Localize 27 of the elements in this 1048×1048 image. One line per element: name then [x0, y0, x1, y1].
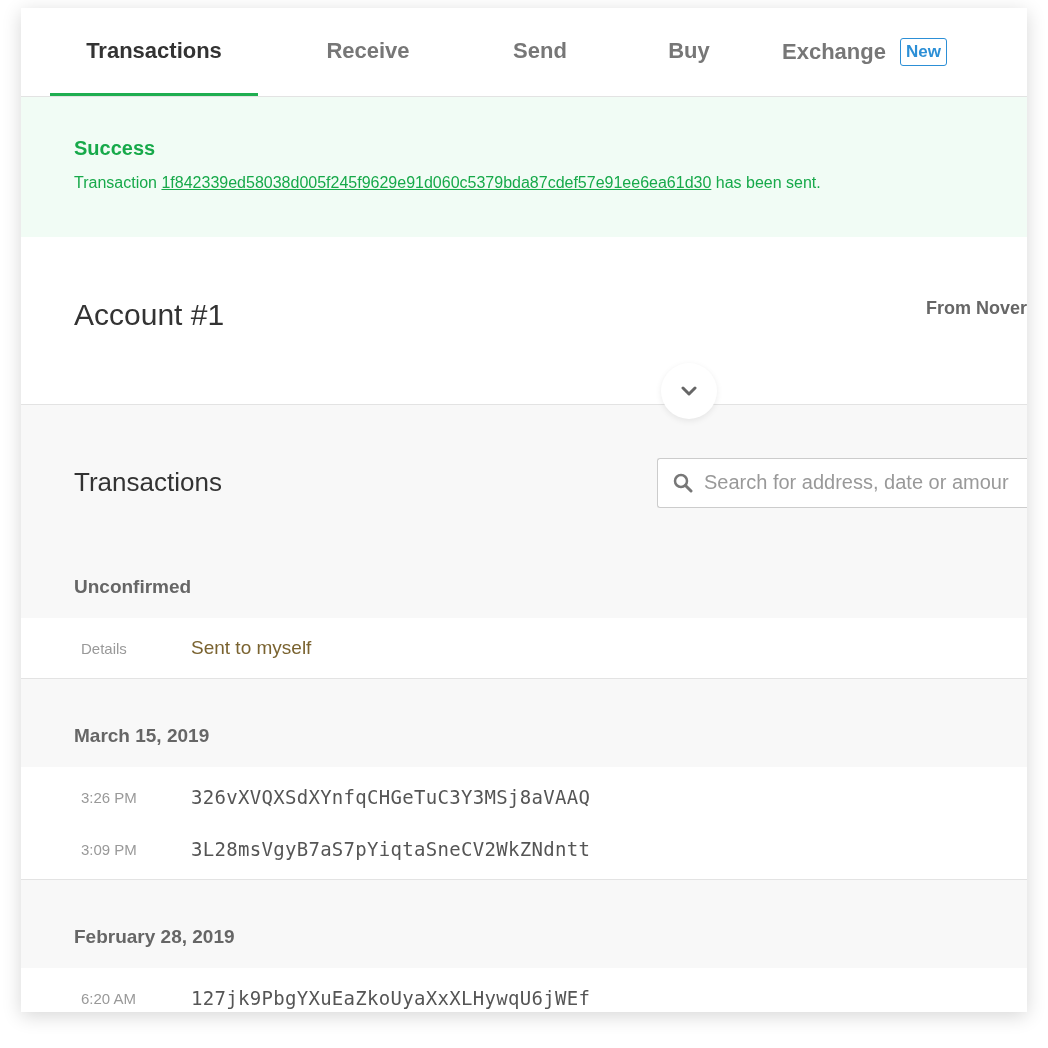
- transaction-row[interactable]: 3:09 PM 3L28msVgyB7aS7pYiqtaSneCV2WkZNdntt: [21, 823, 1027, 875]
- new-badge: New: [899, 38, 947, 66]
- alert-title: Success: [74, 137, 157, 160]
- row-label: 3:26 PM: [80, 788, 138, 806]
- search-field[interactable]: Search for address, date or amour: [657, 457, 1027, 508]
- group-heading: March 15, 2019: [74, 725, 210, 747]
- row-label: Details: [80, 639, 128, 657]
- chevron-down-icon: [681, 386, 697, 396]
- group-heading: February 28, 2019: [74, 926, 235, 948]
- date-range: From Nover: [925, 298, 1027, 319]
- tab[interactable]: Send: [478, 8, 602, 96]
- transaction-row[interactable]: 3:26 PM 326vXVQXSdXYnfqCHGeTuC3Y3MSj8aVAAQ: [21, 771, 1027, 823]
- address-text: 3L28msVgyB7aS7pYiqtaSneCV2WkZNdntt: [191, 838, 591, 860]
- address-text: 326vXVQXSdXYnfqCHGeTuC3Y3MSj8aVAAQ: [191, 786, 591, 808]
- section-title: Transactions: [74, 467, 222, 498]
- row-label: 3:09 PM: [80, 840, 138, 858]
- note-text: Sent to myself: [191, 637, 312, 659]
- tab[interactable]: Exchange: [776, 8, 892, 96]
- group-heading: Unconfirmed: [74, 576, 192, 598]
- expand-button[interactable]: [661, 363, 717, 419]
- row-label: 6:20 AM: [80, 989, 138, 1007]
- alert-message: Transaction 1f842339ed58038d005f245f9629e91d060c5379bda87cdef57e91ee6ea61d30 has been sent.: [74, 174, 822, 192]
- tab[interactable]: Buy: [602, 8, 776, 96]
- transaction-link[interactable]: 1f842339ed58038d005f245f9629e91d060c5379bda87cdef57e91ee6ea61d30: [161, 174, 712, 191]
- tab[interactable]: Receive: [258, 8, 478, 96]
- address-text: 127jk9PbgYXuEaZkoUyaXxXLHywqU6jWEf: [191, 987, 591, 1009]
- account-title: Account #1: [74, 297, 225, 332]
